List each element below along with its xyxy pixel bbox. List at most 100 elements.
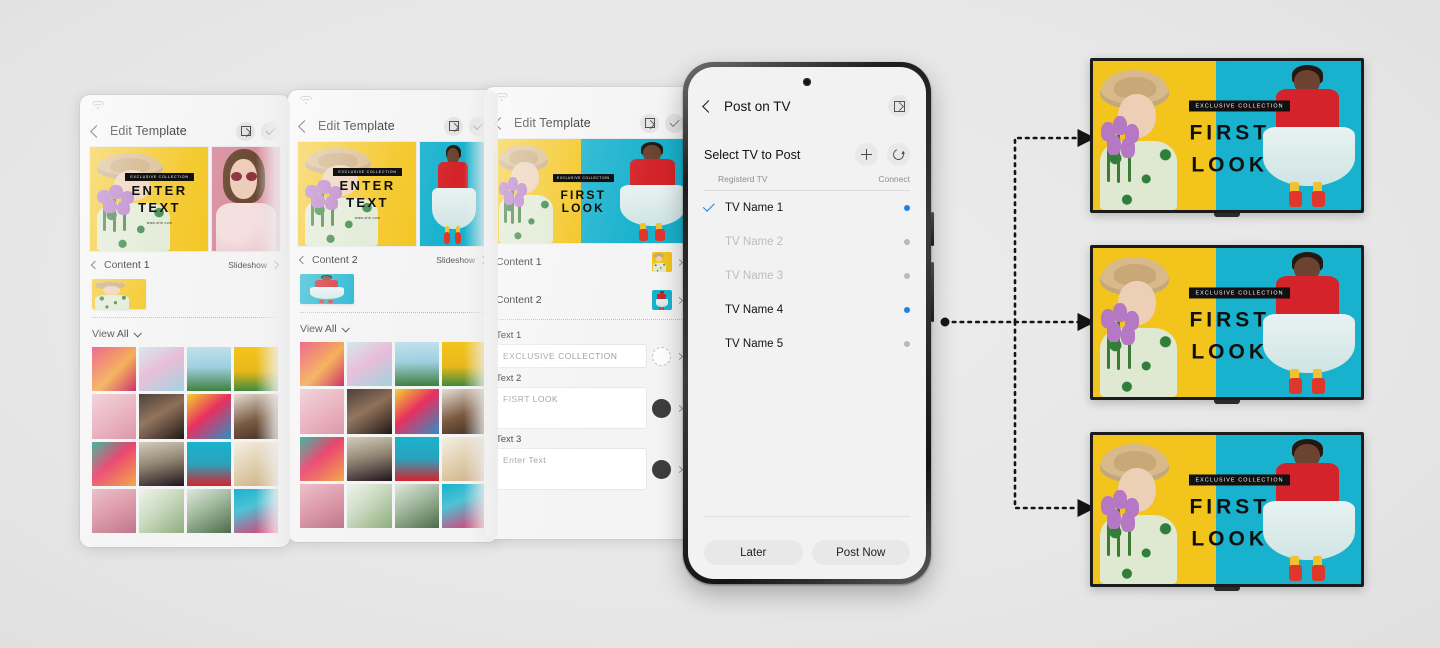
slideshow-action[interactable]: Slideshow	[436, 255, 488, 265]
gallery-thumbnail[interactable]	[233, 347, 278, 392]
content-thumbnail[interactable]	[652, 290, 672, 310]
content-prev[interactable]: Content 2	[298, 254, 358, 266]
tv-list-item[interactable]: TV Name 5	[688, 327, 926, 361]
gallery-thumbnail[interactable]	[394, 483, 439, 528]
tablet-card-2[interactable]: Edit Template EXCLUSIVE COLLECTION ENTER…	[288, 90, 498, 542]
gallery-thumbnail[interactable]	[233, 441, 278, 486]
gallery-thumbnail[interactable]	[233, 488, 278, 533]
gallery-thumbnail[interactable]	[300, 389, 345, 434]
gallery-thumbnail[interactable]	[139, 488, 184, 533]
gallery-thumbnail[interactable]	[441, 389, 486, 434]
gallery-thumbnail[interactable]	[300, 483, 345, 528]
chevron-down-icon[interactable]	[133, 329, 142, 338]
gallery-thumbnail[interactable]	[92, 347, 137, 392]
row-trailing[interactable]	[652, 290, 684, 310]
gallery-thumbnail[interactable]	[347, 389, 392, 434]
card-2-view-all[interactable]: View All	[288, 313, 498, 342]
gallery-thumbnail[interactable]	[394, 342, 439, 387]
connect-status-dot[interactable]	[903, 306, 910, 314]
gallery-thumbnail[interactable]	[139, 347, 184, 392]
card-3-content-row-2[interactable]: Content 2	[484, 281, 694, 319]
card-3-banner-preview[interactable]: EXCLUSIVE COLLECTION FIRST LOOK	[494, 139, 684, 243]
card-3-content-row-1[interactable]: Content 1	[484, 243, 694, 281]
chevron-right-icon[interactable]	[675, 465, 684, 473]
gallery-thumbnail[interactable]	[139, 441, 184, 486]
card-1-banner-preview[interactable]: EXCLUSIVE COLLECTION ENTER TEXT www.site…	[90, 147, 280, 251]
expand-icon[interactable]	[640, 113, 659, 133]
card-2-banner-preview[interactable]: EXCLUSIVE COLLECTION ENTER TEXT www.site…	[298, 142, 488, 246]
selected-thumbnail[interactable]	[300, 274, 354, 304]
banner-text-block: EXCLUSIVE COLLECTION ENTER TEXT www.site…	[333, 142, 402, 246]
content-thumbnail[interactable]	[652, 252, 672, 272]
tv-list-item[interactable]: TV Name 3	[688, 259, 926, 293]
row-trailing[interactable]	[652, 252, 684, 272]
chevron-right-icon[interactable]	[675, 404, 684, 412]
tv-display-1: EXCLUSIVE COLLECTION FIRST LOOK	[1090, 58, 1364, 217]
text-3-color-swatch[interactable]	[652, 459, 671, 479]
gallery-thumbnail[interactable]	[186, 441, 231, 486]
card-1-image-grid[interactable]	[80, 347, 290, 533]
gallery-thumbnail[interactable]	[441, 483, 486, 528]
check-icon[interactable]	[261, 121, 280, 141]
chevron-down-icon[interactable]	[341, 324, 350, 333]
post-now-button[interactable]: Post Now	[811, 540, 910, 565]
connect-status-dot[interactable]	[903, 204, 910, 212]
connect-status-dot[interactable]	[903, 272, 910, 280]
selected-thumbnail[interactable]	[92, 279, 146, 309]
expand-icon[interactable]	[888, 95, 910, 117]
tv-list[interactable]: TV Name 1 TV Name 2 TV Name 3 TV Name 4 TV N…	[688, 191, 926, 361]
connect-status-dot[interactable]	[903, 238, 910, 246]
gallery-thumbnail[interactable]	[394, 436, 439, 481]
text-1-input[interactable]: EXCLUSIVE COLLECTION	[496, 345, 646, 367]
slideshow-action[interactable]: Slideshow	[228, 260, 280, 270]
gallery-thumbnail[interactable]	[300, 436, 345, 481]
expand-icon[interactable]	[236, 121, 255, 141]
chevron-left-icon[interactable]	[90, 260, 100, 270]
gallery-thumbnail[interactable]	[441, 342, 486, 387]
back-chevron-icon[interactable]	[298, 119, 311, 133]
tv-list-item[interactable]: TV Name 1	[688, 191, 926, 225]
gallery-thumbnail[interactable]	[139, 394, 184, 439]
chevron-left-icon[interactable]	[298, 255, 308, 265]
plus-icon[interactable]	[855, 143, 878, 166]
refresh-icon[interactable]	[887, 143, 910, 166]
back-chevron-icon[interactable]	[90, 124, 103, 138]
gallery-thumbnail[interactable]	[186, 488, 231, 533]
chevron-right-icon[interactable]	[675, 352, 684, 360]
gallery-thumbnail[interactable]	[441, 436, 486, 481]
gallery-thumbnail[interactable]	[186, 394, 231, 439]
card-2-thumb-row	[288, 270, 498, 312]
chevron-right-icon[interactable]	[270, 260, 280, 270]
later-button[interactable]: Later	[704, 540, 803, 565]
chevron-right-icon[interactable]	[675, 296, 684, 304]
gallery-thumbnail[interactable]	[394, 389, 439, 434]
card-2-image-grid[interactable]	[288, 342, 498, 528]
tv-name-label: TV Name 1	[725, 202, 784, 214]
gallery-thumbnail[interactable]	[347, 483, 392, 528]
text-3-input[interactable]: Enter Text	[496, 449, 646, 489]
tv-list-item[interactable]: TV Name 4	[688, 293, 926, 327]
gallery-thumbnail[interactable]	[186, 347, 231, 392]
card-1-view-all[interactable]: View All	[80, 318, 290, 347]
tablet-card-1[interactable]: Edit Template EXCLUSIVE COLLECTION ENTER…	[80, 95, 290, 547]
back-chevron-icon[interactable]	[494, 116, 507, 130]
gallery-thumbnail[interactable]	[347, 342, 392, 387]
gallery-thumbnail[interactable]	[92, 394, 137, 439]
thumbnail-art	[186, 347, 231, 392]
gallery-thumbnail[interactable]	[347, 436, 392, 481]
tablet-card-3[interactable]: Edit Template EXCLUSIVE COLLECTION FIRST…	[484, 87, 694, 539]
expand-icon[interactable]	[444, 116, 463, 136]
gallery-thumbnail[interactable]	[300, 342, 345, 387]
check-icon[interactable]	[665, 113, 684, 133]
gallery-thumbnail[interactable]	[233, 394, 278, 439]
gallery-thumbnail[interactable]	[92, 488, 137, 533]
back-chevron-icon[interactable]	[702, 99, 715, 113]
content-prev[interactable]: Content 1	[90, 259, 150, 271]
text-1-color-swatch[interactable]	[652, 346, 671, 366]
tv-list-item[interactable]: TV Name 2	[688, 225, 926, 259]
text-2-color-swatch[interactable]	[652, 398, 671, 418]
connect-status-dot[interactable]	[903, 340, 910, 348]
gallery-thumbnail[interactable]	[92, 441, 137, 486]
text-2-input[interactable]: FISRT LOOK	[496, 388, 646, 428]
chevron-right-icon[interactable]	[675, 258, 684, 266]
